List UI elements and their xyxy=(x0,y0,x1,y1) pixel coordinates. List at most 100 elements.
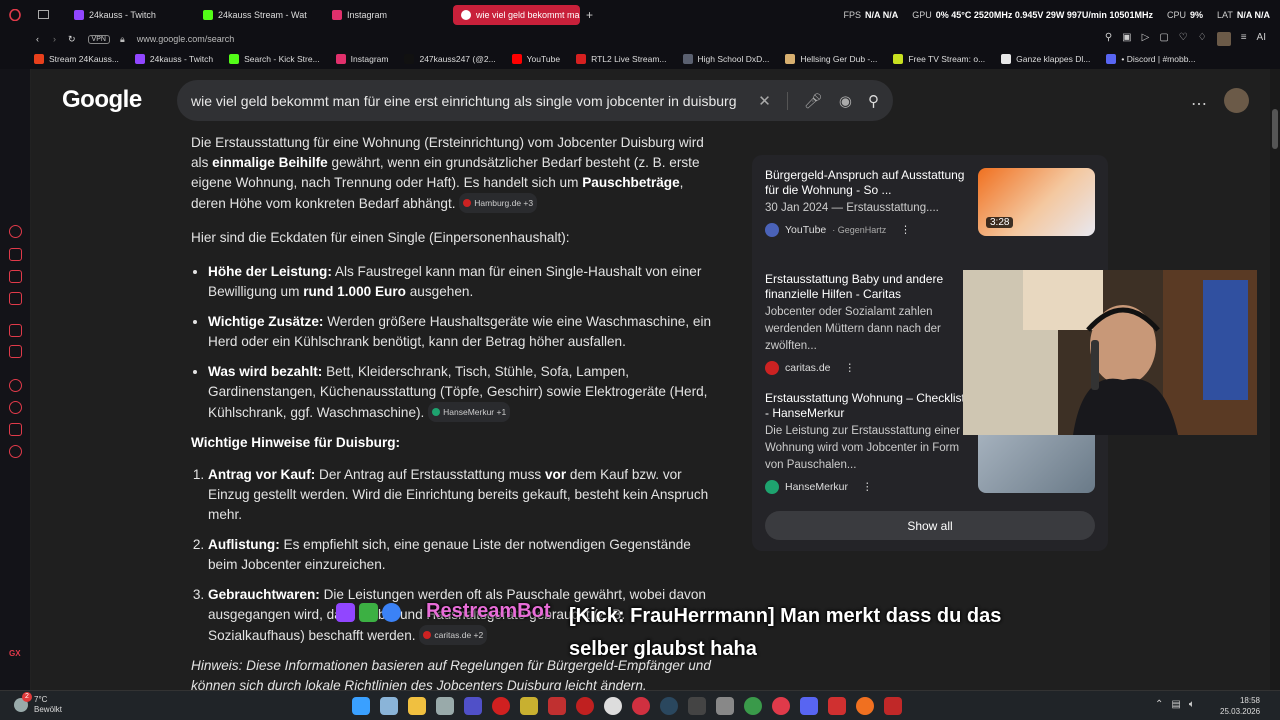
app-gear-icon[interactable] xyxy=(716,697,734,715)
more-icon[interactable]: ⋮ xyxy=(862,481,873,493)
sidebar-twitch-icon[interactable] xyxy=(9,324,22,337)
heart-icon[interactable]: ♡ xyxy=(1179,32,1188,46)
sidebar-music-icon[interactable] xyxy=(9,292,22,305)
tab-google-search[interactable]: wie viel geld bekommt ma xyxy=(453,4,580,25)
bookmark-item[interactable]: RTL2 Live Stream... xyxy=(576,54,667,64)
forward-icon[interactable]: › xyxy=(53,34,56,44)
video-thumbnail[interactable]: 3:28 xyxy=(978,168,1095,236)
google-apps-icon[interactable]: ⋯ xyxy=(1191,94,1207,114)
more-icon[interactable]: ⋮ xyxy=(845,362,856,374)
tab-twitch[interactable]: 24kauss - Twitch xyxy=(66,5,193,25)
show-all-button[interactable]: Show all xyxy=(765,511,1095,540)
search-query[interactable]: wie viel geld bekommt man für eine erst … xyxy=(191,93,742,109)
settings-icon[interactable]: ≡ xyxy=(1241,32,1247,46)
source-snippet: Die Leistung zur Erstausstattung einer W… xyxy=(765,425,960,471)
network-icon[interactable]: ▤ xyxy=(1171,699,1180,710)
scrollbar[interactable] xyxy=(1270,69,1280,690)
opera-menu-icon[interactable] xyxy=(6,6,24,24)
bookmark-item[interactable]: • Discord | #mobb... xyxy=(1106,54,1196,64)
sidebar-youtube-icon[interactable] xyxy=(9,345,22,358)
app-red2-icon[interactable] xyxy=(632,697,650,715)
mouse-icon[interactable] xyxy=(436,697,454,715)
bookmark-item[interactable]: Instagram xyxy=(335,54,388,64)
list-item: Antrag vor Kauf: Der Antrag auf Erstauss… xyxy=(208,465,721,525)
tab-label: 24kauss Stream - Wat xyxy=(218,9,307,20)
tray-expand-icon[interactable]: ⌃ xyxy=(1155,699,1163,710)
sidebar-extensions-icon[interactable] xyxy=(9,423,22,436)
camera-icon[interactable]: ▣ xyxy=(1122,32,1131,46)
sidebar-messenger-icon[interactable] xyxy=(9,270,22,283)
search-box[interactable]: wie viel geld bekommt man für eine erst … xyxy=(177,80,893,121)
bookmark-item[interactable]: Stream 24Kauss... xyxy=(34,54,119,64)
sidebar-settings-icon[interactable] xyxy=(9,445,22,458)
play-icon[interactable]: ▷ xyxy=(1142,32,1150,46)
explorer-icon[interactable] xyxy=(408,697,426,715)
address-bar[interactable]: www.google.com/search xyxy=(137,34,235,44)
source-title[interactable]: Erstausstattung Wohnung – Checkliste - H… xyxy=(765,391,975,421)
reload-icon[interactable]: ↻ xyxy=(68,34,76,45)
app-dark-icon[interactable] xyxy=(688,697,706,715)
chrome-icon[interactable] xyxy=(744,697,762,715)
search-icon[interactable]: ⚲ xyxy=(868,92,879,110)
citation-chip[interactable]: caritas.de +2 xyxy=(419,625,488,645)
back-icon[interactable]: ‹ xyxy=(36,34,39,44)
profile-icon[interactable] xyxy=(1216,32,1231,46)
sidebar-gx-icon[interactable]: GX xyxy=(9,649,22,662)
bookmark-item[interactable]: Hellsing Ger Dub -... xyxy=(785,54,877,64)
tab-instagram[interactable]: Instagram xyxy=(324,5,451,25)
record-icon[interactable] xyxy=(576,697,594,715)
tab-kick[interactable]: 24kauss Stream - Wat xyxy=(195,5,322,25)
bookmark-item[interactable]: 24kauss - Twitch xyxy=(134,54,213,64)
fps-stat: FPS N/A N/A xyxy=(843,9,899,20)
workspaces-icon[interactable] xyxy=(34,6,52,24)
source-title[interactable]: Erstausstattung Baby und andere finanzie… xyxy=(765,272,975,302)
sidebar-chatgpt-icon[interactable] xyxy=(9,225,22,238)
bookmark-item[interactable]: YouTube xyxy=(511,54,560,64)
firefox-icon[interactable] xyxy=(856,697,874,715)
cpu-stat: CPU 9% xyxy=(1166,9,1203,20)
scrollbar-thumb[interactable] xyxy=(1272,109,1278,149)
more-icon[interactable]: ⋮ xyxy=(900,224,911,236)
zoom-icon[interactable]: ⚲ xyxy=(1105,32,1112,46)
bookmark-item[interactable]: Search - Kick Stre... xyxy=(229,54,320,64)
volume-icon[interactable]: 🔈︎ xyxy=(1189,699,1195,710)
windows-taskbar: 7°C Bewölkt 2 ⌃ ▤ 🔈︎ 18:58 25.03.2026 xyxy=(0,690,1280,720)
start-icon[interactable] xyxy=(352,697,370,715)
article-thumbnail[interactable] xyxy=(978,425,1095,493)
voice-search-icon[interactable]: 🎤︎ xyxy=(786,91,823,110)
sidebar-history-icon[interactable] xyxy=(9,401,22,414)
snapshot-icon[interactable]: ▢ xyxy=(1159,32,1168,46)
obs-icon[interactable] xyxy=(548,697,566,715)
sidebar-player-icon[interactable] xyxy=(9,379,22,392)
steam-icon[interactable] xyxy=(660,697,678,715)
citation-chip[interactable]: Hamburg.de +3 xyxy=(459,193,538,213)
clear-icon[interactable]: ✕ xyxy=(758,92,771,110)
app-red3-icon[interactable] xyxy=(884,697,902,715)
new-tab-button[interactable]: + xyxy=(586,8,593,22)
app-red-icon[interactable] xyxy=(492,697,510,715)
bookmark-item[interactable]: 247kauss247 (@2... xyxy=(404,54,496,64)
extensions-icon[interactable]: ♢ xyxy=(1198,32,1207,46)
google-logo[interactable]: Google xyxy=(62,86,142,114)
lens-icon[interactable]: ◉ xyxy=(839,92,852,110)
app-bird-icon[interactable] xyxy=(828,697,846,715)
bookmark-item[interactable]: Ganze klappes Dl... xyxy=(1001,54,1090,64)
vpn-badge[interactable]: VPN xyxy=(87,34,110,44)
citation-chip[interactable]: HanseMerkur +1 xyxy=(428,402,511,422)
weather-widget[interactable]: 7°C Bewölkt 2 xyxy=(14,692,62,715)
vs-icon[interactable] xyxy=(464,697,482,715)
bookmark-item[interactable]: Free TV Stream: o... xyxy=(893,54,985,64)
source-title[interactable]: Bürgergeld-Anspruch auf Ausstattung für … xyxy=(765,168,975,198)
bookmark-item[interactable]: High School DxD... xyxy=(682,54,769,64)
app-yellow-icon[interactable] xyxy=(520,697,538,715)
discord-icon[interactable] xyxy=(800,697,818,715)
account-avatar[interactable] xyxy=(1224,88,1249,113)
gpu-stat: GPU 0% 45°C 2520MHz 0.945V 29W 997U/min 1… xyxy=(912,9,1153,20)
ai-button[interactable]: AI xyxy=(1257,32,1266,46)
opera-gx-icon[interactable] xyxy=(772,697,790,715)
source-card[interactable]: Bürgergeld-Anspruch auf Ausstattung für … xyxy=(765,168,1095,237)
taskview-icon[interactable] xyxy=(380,697,398,715)
sidebar-aria-icon[interactable] xyxy=(9,248,22,261)
app-circle-icon[interactable] xyxy=(604,697,622,715)
clock[interactable]: 18:58 25.03.2026 xyxy=(1220,695,1260,717)
